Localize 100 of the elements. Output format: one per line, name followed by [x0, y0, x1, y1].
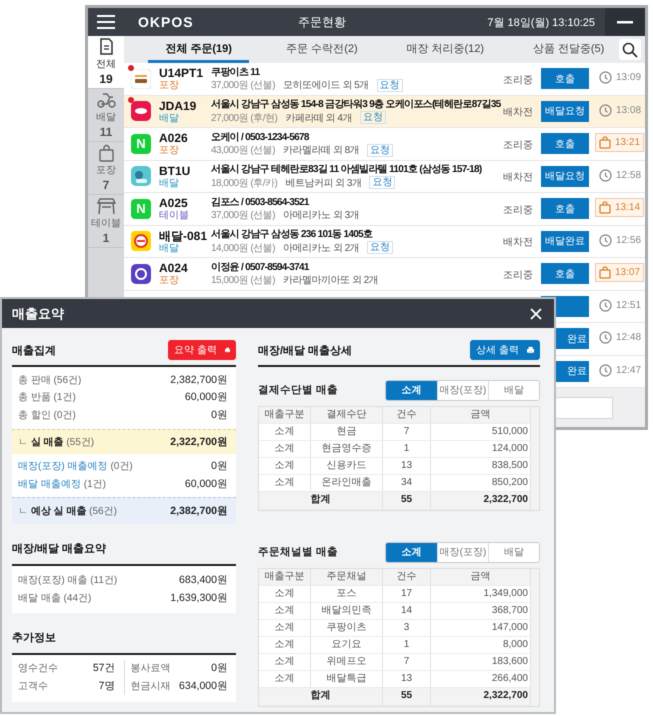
summary-label: 총 할인 (0건)	[18, 408, 76, 422]
window-title: 주문현황	[298, 14, 347, 30]
link[interactable]: 매장(포장) 매출예정	[18, 461, 108, 472]
table-cell: 14	[383, 603, 431, 620]
order-row[interactable]: JDA19 배달 서울시 강남구 삼성동 154-8 금강타워3 9층 오케이포스(테헤란로87길35 27,000원 (후/현) 카페라떼 외 4개 요청 배차전 배달요청 13:08	[124, 96, 645, 128]
tab[interactable]: 주문 수락전(2)	[271, 36, 373, 63]
table-cell: 쿠팡이츠	[311, 620, 383, 637]
table-cell: 510,000	[431, 424, 531, 441]
summary-value: 60,000원	[184, 390, 228, 404]
order-code: A024	[159, 261, 189, 276]
order-price: 15,000원 (선불)	[211, 274, 276, 288]
order-title: 오케이 / 0503-1234-5678	[211, 130, 310, 144]
bag-icon	[599, 201, 611, 214]
summary-label: ㄴ 실 매출 (55건)	[18, 436, 94, 448]
summary-label: 고객수	[18, 680, 48, 693]
order-items: 카라멜마끼아또 외 2개	[283, 274, 378, 288]
order-title: 이정윤 / 0507-8594-3741	[211, 260, 310, 274]
table-cell: 3	[383, 620, 431, 637]
table-cell: 55	[383, 492, 431, 510]
request-tag: 요청	[367, 241, 394, 254]
summary-label: 영수건수	[18, 662, 58, 676]
menu-icon	[97, 15, 115, 29]
filter-tab[interactable]: 소계	[386, 542, 437, 562]
filter-tab[interactable]: 배달	[488, 542, 539, 562]
action-button[interactable]: 호출	[541, 263, 589, 284]
table-cell: 합계	[259, 492, 383, 510]
table-cell: 1	[383, 441, 431, 458]
sidebar-item[interactable]: 전체 19	[88, 36, 124, 89]
column-header: 주문채널	[311, 569, 383, 586]
app-logo-icon	[131, 68, 151, 89]
close-button[interactable]	[528, 306, 544, 322]
table-icon	[96, 197, 116, 215]
filter-tab[interactable]: 소계	[386, 380, 437, 400]
menu-button[interactable]	[95, 13, 117, 31]
print-button[interactable]: 상세 출력	[470, 340, 540, 360]
filter-tab[interactable]: 매장(포장)	[437, 542, 488, 562]
order-time: 12:56	[595, 230, 646, 250]
print-button[interactable]: 요약 출력	[168, 340, 236, 360]
action-button[interactable]: 호출	[541, 198, 589, 220]
search-button[interactable]	[619, 39, 641, 60]
order-status: 조리중	[503, 74, 533, 86]
count-label: (0건)	[110, 461, 133, 472]
order-time: 12:48	[595, 328, 646, 348]
scooter-icon	[96, 91, 116, 109]
filter-tab[interactable]: 배달	[488, 380, 539, 400]
summary-label: 총 반품 (1건)	[18, 391, 76, 404]
action-button[interactable]: 호출	[541, 133, 589, 154]
order-status: 조리중	[503, 270, 533, 281]
tab[interactable]: 상품 전달중(5)	[518, 36, 620, 63]
summary-value: 683,400원	[179, 573, 228, 588]
filter-tab[interactable]: 매장(포장)	[437, 380, 488, 400]
order-status: 조리중	[503, 140, 533, 151]
order-type: 포장	[159, 145, 180, 156]
section-title: 매장/배달 매출요약	[12, 542, 106, 556]
bag-icon	[96, 144, 116, 162]
order-row[interactable]: U14PT1 포장 쿠팡이츠 11 37,000원 (선불) 모히또에이드 외 5개 요청 조리중 호출 13:09	[124, 63, 645, 96]
table-cell: 147,000	[431, 620, 531, 637]
action-button[interactable]: 배달요청	[541, 166, 589, 187]
link[interactable]: 배달 매출예정	[18, 478, 81, 490]
order-code: U14PT1	[159, 66, 204, 80]
column-header: 건수	[383, 407, 431, 424]
clock-icon	[599, 71, 612, 84]
minimize-button[interactable]	[605, 8, 645, 36]
printer-icon	[526, 344, 534, 356]
order-price: 37,000원 (선불)	[211, 209, 276, 222]
summary-value: 2,382,700원	[170, 504, 228, 518]
table-cell: 124,000	[431, 441, 531, 458]
table-cell: 포스	[311, 586, 383, 603]
order-code: JDA19	[159, 98, 198, 113]
action-button[interactable]: 배달요청	[541, 100, 589, 122]
order-price: 37,000원 (선불)	[211, 79, 276, 92]
dialog-title: 매출요약	[12, 304, 64, 322]
column-header: 매출구분	[259, 569, 311, 586]
summary-label: 현금시재	[130, 680, 170, 693]
summary-value: 634,000원	[179, 678, 228, 693]
summary-value: 0원	[211, 408, 228, 422]
table-cell: 소계	[259, 637, 311, 654]
action-button[interactable]: 호출	[541, 68, 589, 90]
action-button[interactable]: 배달완료	[541, 230, 589, 252]
column-header: 결제수단	[311, 407, 383, 424]
count-label: (1건)	[84, 478, 106, 490]
app-logo-icon: N	[131, 134, 151, 154]
request-tag: 요청	[360, 111, 386, 124]
tab[interactable]: 매장 처리중(12)	[394, 36, 496, 63]
table-cell: 소계	[259, 654, 311, 671]
sidebar-item[interactable]: 테이블 1	[88, 195, 124, 248]
column-header: 금액	[431, 407, 531, 424]
order-price: 43,000원 (선불)	[211, 144, 276, 158]
order-status: 배차전	[503, 237, 533, 248]
order-title: 서울시 강남구 삼성동 154-8 금강타워3 9층 오케이포스(테헤란로87길35	[211, 98, 501, 112]
sidebar-item[interactable]: 포장 7	[88, 142, 124, 195]
table-cell: 2,322,700	[431, 492, 531, 510]
clock-icon	[599, 104, 612, 117]
table-cell: 현금영수증	[311, 441, 383, 458]
summary-value: 1,639,300원	[170, 590, 228, 605]
table-cell: 합계	[259, 688, 383, 706]
order-price: 14,000원 (선불)	[211, 242, 276, 255]
table-cell: 1,349,000	[431, 586, 531, 603]
order-type: 테이블	[159, 210, 190, 222]
summary-label: 매장(포장) 매출 (11건)	[18, 574, 118, 588]
